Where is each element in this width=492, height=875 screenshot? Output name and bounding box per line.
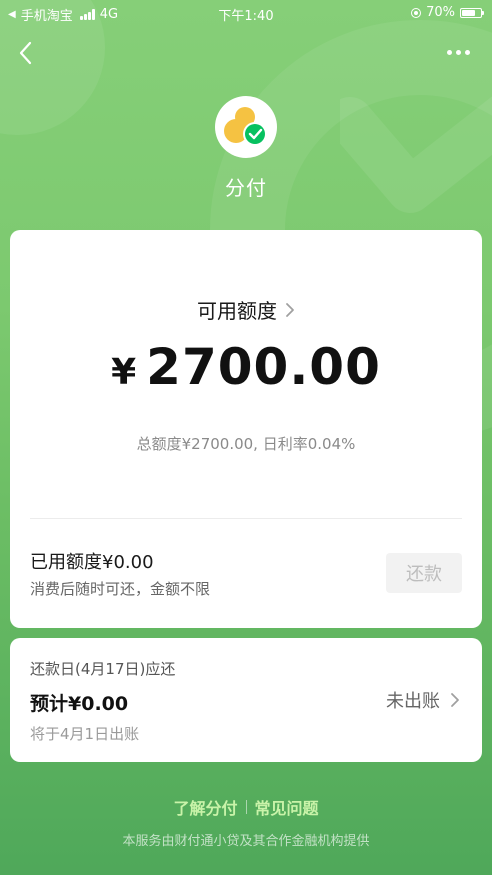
status-bar: ◀ 手机淘宝 4G 下午1:40 70%	[0, 0, 492, 26]
more-dot	[464, 49, 470, 55]
fenfu-logo-graphic	[224, 107, 267, 146]
currency-symbol: ¥	[111, 352, 137, 393]
battery-level-fill	[462, 9, 475, 16]
chevron-left-icon	[19, 41, 32, 65]
fenfu-screen: ◀ 手机淘宝 4G 下午1:40 70% 分付 可用额度 ¥ 2700.00 总…	[0, 0, 492, 875]
more-dot	[446, 49, 452, 55]
fenfu-logo-icon	[215, 96, 277, 158]
bill-note: 将于4月1日出账	[30, 725, 140, 743]
credit-card: 可用额度 ¥ 2700.00 总额度¥2700.00, 日利率0.04% 已用额…	[10, 230, 482, 628]
more-dot	[455, 49, 461, 55]
used-credit-label: 已用额度¥0.00	[30, 552, 154, 573]
bill-status: 未出账	[386, 691, 440, 712]
total-credit-info: 总额度¥2700.00, 日利率0.04%	[136, 435, 356, 453]
faq-link[interactable]: 常见问题	[255, 795, 319, 819]
battery-icon	[460, 7, 484, 18]
available-amount: ¥ 2700.00	[10, 338, 482, 396]
orientation-lock-icon	[411, 7, 422, 18]
repay-button[interactable]: 还款	[386, 553, 462, 593]
bill-estimate: 预计¥0.00	[30, 693, 129, 715]
available-amount-value: 2700.00	[146, 338, 381, 396]
available-credit-link[interactable]: 可用额度	[10, 295, 482, 324]
page-title: 分付	[225, 176, 267, 200]
bill-card[interactable]: 还款日(4月17日)应还 预计¥0.00 将于4月1日出账 未出账	[10, 638, 482, 762]
status-right: 70%	[411, 5, 484, 20]
footer-separator	[245, 800, 247, 814]
bill-due-label: 还款日(4月17日)应还	[30, 660, 176, 678]
bill-status-row: 未出账	[386, 687, 460, 713]
chevron-right-icon	[451, 693, 459, 707]
used-credit-subtext: 消费后随时可还，金额不限	[30, 580, 211, 598]
more-button[interactable]	[440, 44, 476, 60]
bg-check-decoration-icon	[340, 96, 492, 213]
available-credit-label: 可用额度	[197, 299, 277, 323]
battery-percent: 70%	[426, 5, 455, 20]
provider-note: 本服务由财付通小贷及其合作金融机构提供	[122, 834, 370, 849]
divider	[30, 518, 462, 519]
chevron-right-icon	[286, 302, 294, 317]
learn-fenfu-link[interactable]: 了解分付	[173, 795, 237, 819]
back-button[interactable]	[14, 40, 40, 66]
footer-links: 了解分付 常见问题	[0, 795, 492, 819]
